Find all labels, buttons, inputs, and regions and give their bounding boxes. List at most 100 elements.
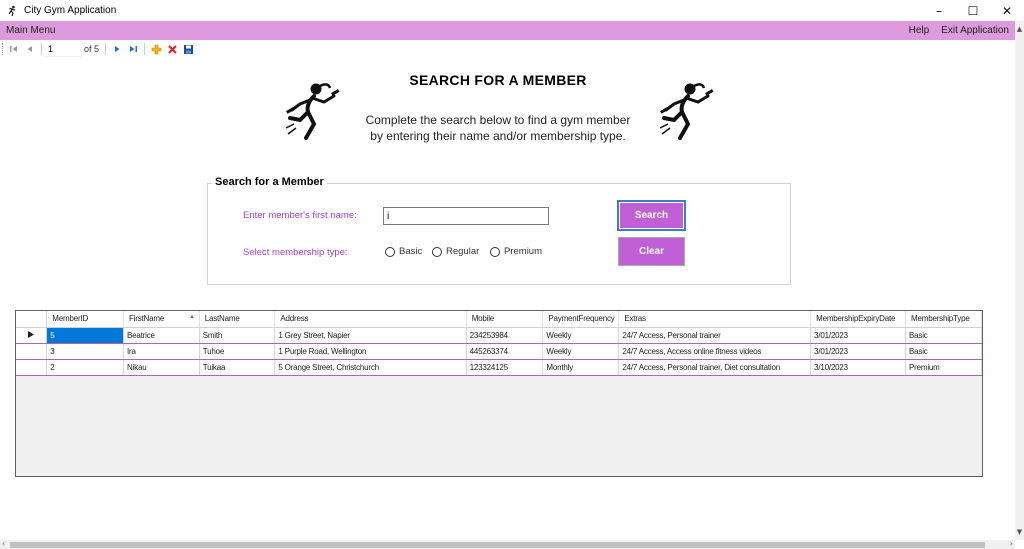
table-cell[interactable]: Weekly	[542, 327, 620, 344]
radio-premium[interactable]: Premium	[490, 246, 542, 257]
table-cell[interactable]: 5 Orange Street, Christchurch	[274, 359, 467, 376]
window-controls: – ☐ ✕	[922, 0, 1024, 21]
table-cell[interactable]: Basic	[905, 327, 982, 344]
column-header-memberid[interactable]: MemberID	[46, 311, 124, 328]
table-cell[interactable]: 1 Purple Road, Wellington	[274, 343, 467, 360]
table-cell[interactable]: Premium	[905, 359, 982, 376]
table-cell[interactable]: Weekly	[542, 343, 620, 360]
table-cell[interactable]: Monthly	[542, 359, 620, 376]
header-row: MemberID FirstName ▲ LastName Address Mob…	[16, 311, 982, 328]
table-cell[interactable]: 1 Grey Street, Napier	[274, 327, 467, 344]
table-cell[interactable]: Nikau	[123, 359, 200, 376]
table-cell[interactable]: 24/7 Access, Personal trainer, Diet cons…	[618, 359, 812, 376]
column-header-lastname[interactable]: LastName	[199, 311, 276, 328]
instructions-line-1: Complete the search below to find a gym …	[365, 113, 631, 127]
row-header[interactable]	[16, 359, 48, 376]
search-button[interactable]: Search	[617, 200, 686, 231]
column-header-address[interactable]: Address	[274, 311, 467, 328]
corner-header[interactable]	[16, 311, 48, 328]
toolbar-separator	[144, 43, 146, 55]
radio-regular[interactable]: Regular	[432, 246, 479, 257]
delete-icon[interactable]	[164, 41, 180, 57]
table-row[interactable]: 5 Beatrice Smith 1 Grey Street, Napier 2…	[16, 327, 982, 344]
toolbar-separator	[105, 43, 107, 55]
row-pointer-icon	[28, 330, 35, 338]
column-header-firstname[interactable]: FirstName ▲	[123, 311, 200, 328]
menu-exit-application[interactable]: Exit Application	[935, 25, 1015, 36]
move-next-icon[interactable]	[109, 41, 125, 57]
table-cell[interactable]: 234253984	[466, 327, 544, 344]
save-icon[interactable]	[180, 41, 196, 57]
close-button[interactable]: ✕	[990, 0, 1024, 21]
table-cell[interactable]: 3	[46, 343, 124, 360]
page-instructions: Complete the search below to find a gym …	[0, 112, 996, 144]
app-window: City Gym Application – ☐ ✕ Main Menu Hel…	[0, 0, 1024, 549]
column-header-extras[interactable]: Extras	[618, 311, 812, 328]
row-header[interactable]	[16, 343, 48, 360]
members-table: MemberID FirstName ▲ LastName Address Mob…	[16, 311, 982, 376]
vertical-scrollbar[interactable]: ▲ ▼	[1015, 21, 1024, 540]
scroll-up-icon[interactable]: ▲	[1015, 25, 1024, 33]
column-header-membershipexpirydate[interactable]: MembershipExpiryDate	[810, 311, 907, 328]
record-count: of 5	[84, 44, 100, 54]
horizontal-scroll-thumb[interactable]	[10, 542, 985, 548]
window-title: City Gym Application	[24, 5, 117, 16]
first-name-input[interactable]	[383, 207, 549, 225]
maximize-button[interactable]: ☐	[956, 0, 990, 21]
table-cell[interactable]: 123324125	[466, 359, 544, 376]
radio-regular-circle[interactable]	[432, 246, 442, 257]
column-header-mobile[interactable]: Mobile	[466, 311, 544, 328]
position-input[interactable]	[45, 41, 81, 57]
search-groupbox	[207, 183, 791, 285]
radio-basic-label: Basic	[399, 246, 423, 257]
toolbar-separator	[41, 43, 42, 55]
current-row-indicator[interactable]	[16, 327, 48, 344]
table-cell[interactable]: 5	[46, 327, 124, 344]
move-last-icon[interactable]	[125, 41, 141, 57]
table-cell[interactable]: Smith	[199, 327, 276, 344]
clear-button[interactable]: Clear	[618, 237, 685, 266]
radio-premium-circle[interactable]	[490, 246, 500, 257]
table-cell[interactable]: 445263374	[466, 343, 544, 360]
runner-icon-left	[285, 83, 340, 140]
radio-basic-circle[interactable]	[385, 246, 395, 257]
minimize-button[interactable]: –	[922, 0, 956, 21]
binding-navigator: of 5	[0, 40, 1015, 58]
table-cell[interactable]: 3/01/2023	[810, 343, 907, 360]
table-cell[interactable]: Basic	[905, 343, 982, 360]
radio-basic[interactable]: Basic	[385, 246, 422, 257]
members-datagrid[interactable]: MemberID FirstName ▲ LastName Address Mob…	[15, 310, 983, 477]
table-cell[interactable]: Beatrice	[123, 327, 200, 344]
first-name-label: Enter member's first name:	[243, 210, 357, 221]
table-cell[interactable]: Tuhoe	[199, 343, 276, 360]
menu-bar: Main Menu Help Exit Application	[0, 21, 1015, 40]
table-cell[interactable]: 24/7 Access, Access online fitness video…	[618, 343, 812, 360]
move-previous-icon[interactable]	[22, 41, 38, 57]
search-groupbox-title: Search for a Member	[212, 176, 327, 188]
radio-regular-label: Regular	[446, 246, 480, 257]
radio-premium-label: Premium	[504, 246, 543, 257]
column-header-paymentfrequency[interactable]: PaymentFrequency	[542, 311, 620, 328]
table-cell[interactable]: 2	[46, 359, 124, 376]
column-header-firstname-label: FirstName	[129, 314, 165, 324]
table-cell[interactable]: Tuikaa	[199, 359, 276, 376]
page-title: SEARCH FOR A MEMBER	[409, 72, 587, 88]
table-cell[interactable]: Ira	[123, 343, 200, 360]
title-bar: City Gym Application – ☐ ✕	[0, 0, 1024, 21]
horizontal-scrollbar[interactable]: ‹ ›	[0, 539, 1015, 549]
column-header-membershiptype[interactable]: MembershipType	[905, 311, 982, 328]
move-first-icon[interactable]	[6, 41, 22, 57]
scroll-down-icon[interactable]: ▼	[1015, 528, 1024, 536]
table-row[interactable]: 2 Nikau Tuikaa 5 Orange Street, Christch…	[16, 359, 982, 376]
table-cell[interactable]: 3/01/2023	[810, 327, 907, 344]
menu-help[interactable]: Help	[903, 25, 936, 36]
table-row[interactable]: 3 Ira Tuhoe 1 Purple Road, Wellington 44…	[16, 343, 982, 360]
table-cell[interactable]: 24/7 Access, Personal trainer	[618, 327, 812, 344]
menu-main[interactable]: Main Menu	[0, 25, 61, 36]
table-cell[interactable]: 3/10/2023	[810, 359, 907, 376]
add-new-icon[interactable]	[148, 41, 164, 57]
runner-icon-right	[659, 83, 714, 140]
scroll-left-icon[interactable]: ‹	[2, 539, 5, 548]
sort-ascending-icon: ▲	[188, 314, 195, 321]
scroll-right-icon[interactable]: ›	[1010, 539, 1013, 548]
